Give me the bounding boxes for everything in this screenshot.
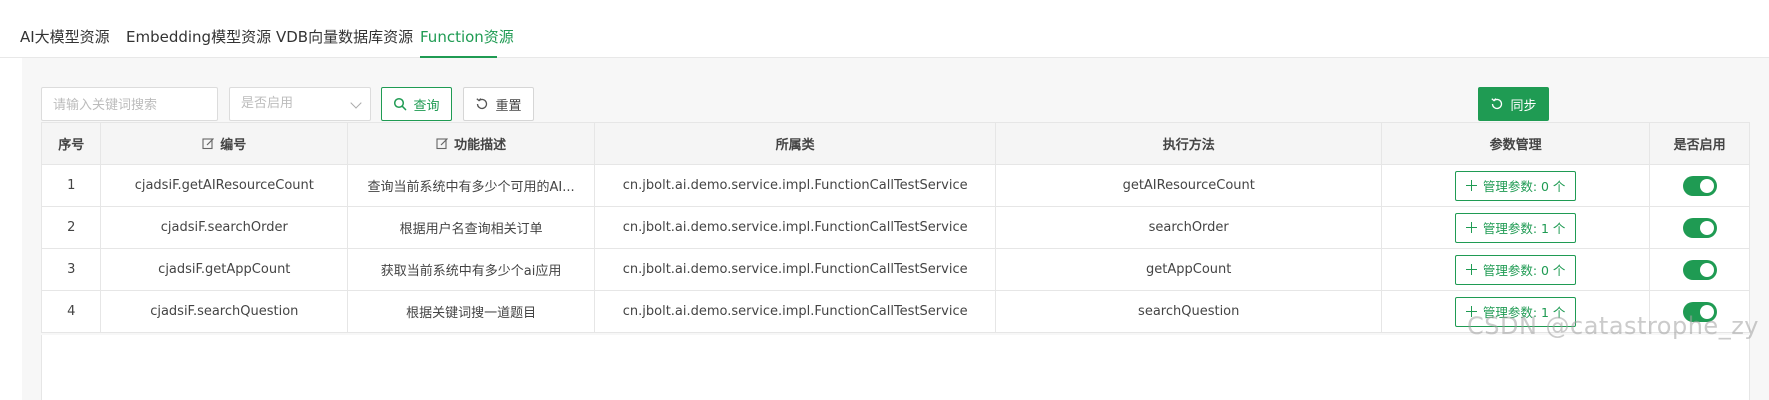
cell-class: cn.jbolt.ai.demo.service.impl.FunctionCa… (594, 248, 997, 291)
cell-index: 2 (40, 206, 102, 249)
reset-button-label: 重置 (495, 98, 522, 114)
refresh-icon (476, 98, 488, 110)
cell-description: 获取当前系统中有多少个ai应用 (347, 248, 596, 291)
toggle-knob (1699, 178, 1714, 193)
cell-method: searchOrder (995, 206, 1383, 249)
header-enabled: 是否启用 (1649, 122, 1750, 165)
cell-description: 查询当前系统中有多少个可用的AI... (347, 164, 596, 207)
cell-class: cn.jbolt.ai.demo.service.impl.FunctionCa… (594, 206, 997, 249)
manage-params-label: 管理参数: 0 个 (1482, 263, 1566, 278)
chevron-down-icon (350, 97, 362, 109)
cell-index: 1 (40, 164, 102, 207)
manage-params-button[interactable]: 管理参数: 0 个 (1454, 170, 1577, 201)
header-description: 功能描述 (347, 122, 596, 165)
tab-bar: AI大模型资源 Embedding模型资源 VDB向量数据库资源 Functio… (0, 0, 1769, 58)
keyword-search-input[interactable] (41, 87, 218, 121)
table-header-row: 序号 编号 功能描述 所属类 执行方法 参数管理 是否启用 (40, 122, 1750, 165)
function-table: 序号 编号 功能描述 所属类 执行方法 参数管理 是否启用 1 cjadsiF.… (40, 122, 1750, 333)
header-params: 参数管理 (1381, 122, 1651, 165)
sync-button[interactable]: 同步 (1478, 87, 1549, 121)
cell-description: 根据关键词搜一道题目 (347, 290, 596, 333)
table-row: 1 cjadsiF.getAIResourceCount 查询当前系统中有多少个… (40, 164, 1750, 207)
header-method: 执行方法 (995, 122, 1383, 165)
cell-enabled (1649, 164, 1750, 207)
enabled-select-placeholder: 是否启用 (241, 96, 294, 111)
table-empty-area (41, 335, 1750, 400)
cell-index: 3 (40, 248, 102, 291)
watermark: CSDN @catastrophe_zy (1466, 312, 1759, 340)
manage-params-label: 管理参数: 1 个 (1482, 221, 1566, 236)
cell-description: 根据用户名查询相关订单 (347, 206, 596, 249)
edit-icon (436, 137, 449, 149)
enabled-toggle[interactable] (1682, 217, 1717, 238)
cell-method: searchQuestion (995, 290, 1383, 333)
plus-icon (1465, 264, 1477, 275)
manage-params-label: 管理参数: 0 个 (1482, 179, 1566, 194)
header-code: 编号 (100, 122, 349, 165)
search-icon (394, 97, 407, 111)
plus-icon (1465, 222, 1477, 233)
header-class: 所属类 (594, 122, 997, 165)
cell-method: getAppCount (995, 248, 1383, 291)
sync-button-label: 同步 (1510, 98, 1537, 114)
cell-params: 管理参数: 0 个 (1381, 164, 1651, 207)
cell-class: cn.jbolt.ai.demo.service.impl.FunctionCa… (594, 290, 997, 333)
header-index: 序号 (40, 122, 102, 165)
plus-icon (1465, 180, 1477, 191)
toggle-knob (1699, 262, 1714, 277)
manage-params-button[interactable]: 管理参数: 1 个 (1454, 212, 1577, 243)
cell-params: 管理参数: 0 个 (1381, 248, 1651, 291)
cell-params: 管理参数: 1 个 (1381, 206, 1651, 249)
edit-icon (202, 137, 215, 149)
cell-code: cjadsiF.getAppCount (100, 248, 349, 291)
cell-index: 4 (40, 290, 102, 333)
cell-code: cjadsiF.getAIResourceCount (100, 164, 349, 207)
tab-vdb[interactable]: VDB向量数据库资源 (276, 26, 413, 47)
cell-method: getAIResourceCount (995, 164, 1383, 207)
table-row: 2 cjadsiF.searchOrder 根据用户名查询相关订单 cn.jbo… (40, 206, 1750, 249)
table-row: 3 cjadsiF.getAppCount 获取当前系统中有多少个ai应用 cn… (40, 248, 1750, 291)
enabled-toggle[interactable] (1682, 259, 1717, 280)
query-button[interactable]: 查询 (381, 87, 452, 121)
toggle-knob (1699, 220, 1714, 235)
cell-code: cjadsiF.searchOrder (100, 206, 349, 249)
manage-params-button[interactable]: 管理参数: 0 个 (1454, 254, 1577, 285)
cell-enabled (1649, 248, 1750, 291)
tab-function[interactable]: Function资源 (420, 26, 514, 47)
cell-code: cjadsiF.searchQuestion (100, 290, 349, 333)
enabled-toggle[interactable] (1682, 175, 1717, 196)
enabled-select[interactable]: 是否启用 (229, 87, 371, 121)
cell-enabled (1649, 206, 1750, 249)
cell-class: cn.jbolt.ai.demo.service.impl.FunctionCa… (594, 164, 997, 207)
content-panel: 是否启用 查询 重置 同步 序号 编号 (22, 58, 1769, 400)
tab-embedding-model[interactable]: Embedding模型资源 (126, 26, 271, 47)
tab-ai-model[interactable]: AI大模型资源 (20, 26, 110, 47)
query-button-label: 查询 (413, 98, 440, 114)
header-code-label: 编号 (220, 137, 247, 153)
reset-button[interactable]: 重置 (463, 87, 534, 121)
sync-icon (1491, 98, 1503, 110)
header-description-label: 功能描述 (454, 137, 507, 153)
